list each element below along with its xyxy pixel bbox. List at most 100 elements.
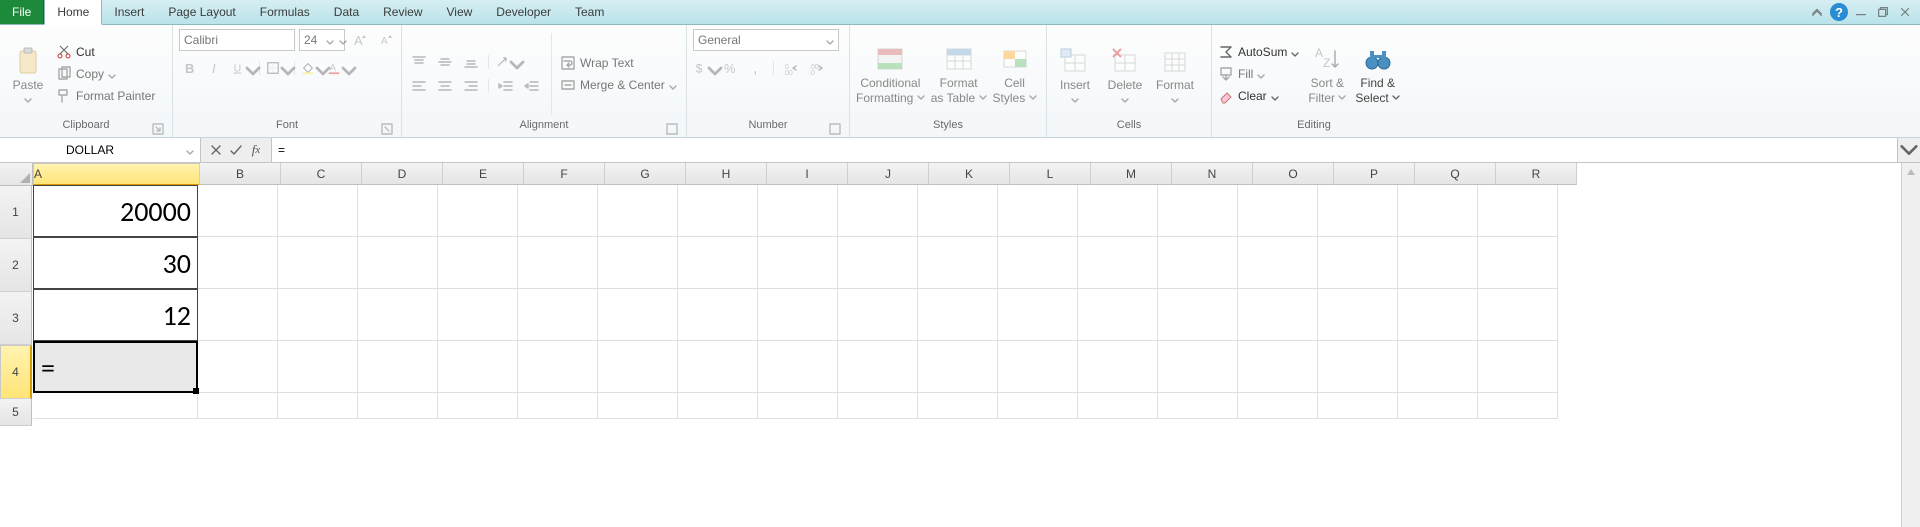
cell[interactable]	[1078, 341, 1158, 393]
tab-review[interactable]: Review	[371, 0, 434, 24]
cell[interactable]	[1478, 393, 1558, 419]
chevron-down-icon[interactable]	[186, 146, 194, 154]
cancel-formula-button[interactable]	[207, 141, 225, 159]
column-header[interactable]: P	[1334, 163, 1415, 185]
dialog-launcher-icon[interactable]	[152, 123, 164, 135]
cell[interactable]	[1078, 289, 1158, 341]
cell[interactable]	[1478, 289, 1558, 341]
cell[interactable]	[758, 289, 838, 341]
cell[interactable]	[438, 341, 518, 393]
conditional-formatting-button[interactable]: Conditional Formatting	[856, 32, 925, 116]
insert-cells-button[interactable]: Insert	[1053, 32, 1097, 116]
cell[interactable]	[678, 237, 758, 289]
shrink-font-button[interactable]: A	[375, 29, 397, 51]
sort-filter-button[interactable]: AZ Sort & Filter	[1305, 32, 1349, 116]
column-header[interactable]: L	[1010, 163, 1091, 185]
format-as-table-button[interactable]: Format as Table	[931, 32, 987, 116]
select-all-corner[interactable]	[0, 163, 33, 186]
align-bottom-button[interactable]	[460, 51, 482, 73]
percent-button[interactable]: %	[719, 57, 741, 79]
cell[interactable]	[758, 341, 838, 393]
cell[interactable]	[1078, 237, 1158, 289]
wrap-text-button[interactable]: Wrap Text	[560, 53, 677, 73]
cell[interactable]	[1318, 237, 1398, 289]
cell[interactable]	[918, 185, 998, 237]
tab-home[interactable]: Home	[44, 0, 102, 25]
column-header[interactable]: J	[848, 163, 929, 185]
insert-function-button[interactable]: fx	[247, 141, 265, 159]
cell[interactable]	[1238, 289, 1318, 341]
cell[interactable]	[358, 289, 438, 341]
cell[interactable]	[518, 341, 598, 393]
orientation-button[interactable]	[495, 51, 517, 73]
column-header[interactable]: G	[605, 163, 686, 185]
column-header[interactable]: M	[1091, 163, 1172, 185]
cell[interactable]	[358, 185, 438, 237]
cell[interactable]	[838, 393, 918, 419]
cell[interactable]	[1478, 237, 1558, 289]
cell[interactable]	[598, 185, 678, 237]
font-color-button[interactable]: A	[327, 57, 349, 79]
cell[interactable]	[198, 237, 278, 289]
column-header[interactable]: C	[281, 163, 362, 185]
increase-decimal-button[interactable]: .0.00	[780, 57, 802, 79]
column-header[interactable]: H	[686, 163, 767, 185]
align-center-button[interactable]	[434, 75, 456, 97]
cell[interactable]	[838, 341, 918, 393]
format-cells-button[interactable]: Format	[1153, 32, 1197, 116]
cell[interactable]	[1158, 341, 1238, 393]
name-box-input[interactable]	[0, 142, 162, 158]
cell[interactable]	[518, 393, 598, 419]
row-header[interactable]: 5	[0, 399, 32, 426]
cell[interactable]	[678, 289, 758, 341]
cell[interactable]	[1158, 237, 1238, 289]
cell[interactable]	[518, 289, 598, 341]
cell[interactable]	[33, 393, 198, 419]
column-header[interactable]: B	[200, 163, 281, 185]
column-header[interactable]: N	[1172, 163, 1253, 185]
cell[interactable]	[438, 289, 518, 341]
formula-input[interactable]	[272, 138, 1897, 162]
cell[interactable]	[998, 237, 1078, 289]
cell[interactable]	[278, 341, 358, 393]
delete-cells-button[interactable]: Delete	[1103, 32, 1147, 116]
row-header[interactable]: 1	[0, 186, 32, 239]
cell[interactable]	[1158, 393, 1238, 419]
cell[interactable]	[838, 289, 918, 341]
cell[interactable]	[358, 237, 438, 289]
cell-styles-button[interactable]: Cell Styles	[993, 32, 1037, 116]
cell[interactable]	[758, 393, 838, 419]
cell[interactable]	[1238, 393, 1318, 419]
number-format-select[interactable]: General	[693, 29, 839, 51]
cell[interactable]	[518, 185, 598, 237]
dialog-launcher-icon[interactable]	[829, 123, 841, 135]
column-header[interactable]: Q	[1415, 163, 1496, 185]
cell[interactable]	[358, 341, 438, 393]
cell[interactable]	[438, 393, 518, 419]
cell[interactable]: 20000	[33, 185, 198, 237]
decrease-decimal-button[interactable]: .00.0	[806, 57, 828, 79]
cell[interactable]	[278, 237, 358, 289]
cell[interactable]	[1478, 341, 1558, 393]
tab-developer[interactable]: Developer	[484, 0, 563, 24]
cell[interactable]	[838, 237, 918, 289]
cell[interactable]	[758, 237, 838, 289]
tab-insert[interactable]: Insert	[102, 0, 156, 24]
fill-color-button[interactable]	[301, 57, 323, 79]
enter-formula-button[interactable]	[227, 141, 245, 159]
cell[interactable]	[1398, 289, 1478, 341]
clear-button[interactable]: Clear	[1218, 86, 1299, 106]
cell[interactable]	[918, 289, 998, 341]
ribbon-minimize-icon[interactable]	[1808, 3, 1826, 21]
cell[interactable]	[198, 393, 278, 419]
column-header[interactable]: I	[767, 163, 848, 185]
cell[interactable]	[598, 393, 678, 419]
tab-view[interactable]: View	[435, 0, 485, 24]
row-header[interactable]: 3	[0, 292, 32, 345]
cell[interactable]	[438, 185, 518, 237]
minimize-icon[interactable]	[1852, 3, 1870, 21]
align-middle-button[interactable]	[434, 51, 456, 73]
accounting-format-button[interactable]: $	[693, 57, 715, 79]
dialog-launcher-icon[interactable]	[381, 123, 393, 135]
tab-data[interactable]: Data	[322, 0, 371, 24]
